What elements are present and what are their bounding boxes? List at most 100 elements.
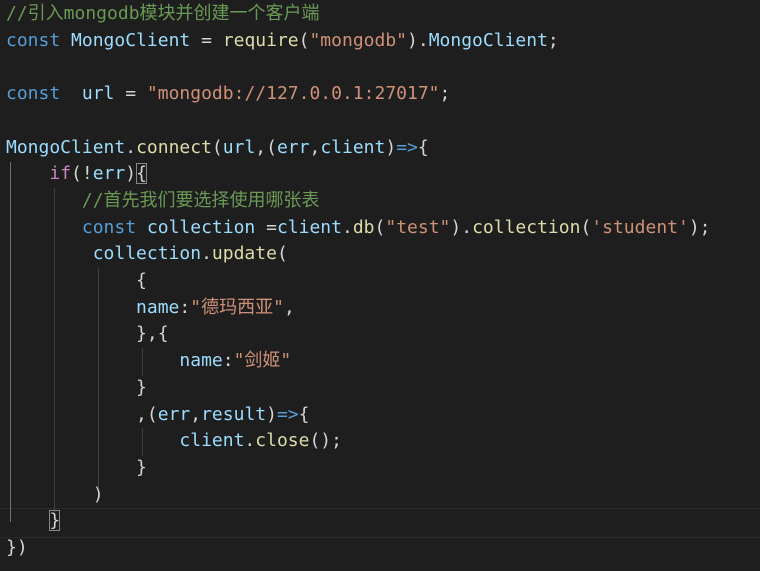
current-line-highlight [0, 508, 760, 538]
code-comment: //引入mongodb模块并创建一个客户端 [6, 3, 320, 24]
code-line[interactable]: name:"剑姬" [6, 348, 291, 374]
code-token: ) [125, 163, 137, 185]
code-line[interactable]: ) [6, 482, 104, 508]
code-token: MongoClient [71, 29, 191, 51]
code-token: } [136, 456, 147, 478]
code-line[interactable]: client.close(); [6, 428, 342, 454]
code-token: const [6, 29, 61, 51]
code-token: ( [276, 243, 288, 265]
code-token: MongoClient [428, 29, 548, 51]
code-token: const [81, 216, 137, 238]
code-line[interactable]: if(!err){ [6, 161, 147, 187]
code-token: name [136, 296, 180, 318]
code-token: => [276, 403, 299, 425]
code-token: url [222, 136, 256, 158]
code-token: connect [136, 136, 212, 158]
code-token: (); [309, 430, 342, 452]
code-token: ). [450, 216, 473, 238]
code-token: result [201, 403, 267, 425]
code-line[interactable]: //引入mongodb模块并创建一个客户端 [6, 1, 320, 27]
code-token: if [49, 163, 72, 185]
code-line[interactable]: } [6, 508, 61, 534]
code-line[interactable]: const url = "mongodb://127.0.0.1:27017"; [6, 81, 450, 107]
code-token: err [276, 136, 310, 158]
code-token: ,( [255, 136, 277, 158]
code-token: = [190, 29, 223, 51]
code-line[interactable]: name:"德玛西亚", [6, 295, 295, 321]
code-token: => [396, 136, 418, 158]
code-line[interactable]: const MongoClient = require("mongodb").M… [6, 28, 559, 54]
code-token: url [81, 83, 115, 105]
code-token: collection [472, 216, 581, 238]
code-token: ; [547, 29, 559, 51]
code-line[interactable]: }) [6, 535, 28, 561]
code-token: ( [298, 29, 310, 51]
code-token: update [211, 243, 277, 265]
code-token: = [255, 216, 277, 238]
code-token: ); [688, 216, 711, 238]
code-token: . [341, 216, 353, 238]
code-line[interactable]: },{ [6, 321, 169, 347]
code-token: require [222, 29, 299, 51]
code-token: ) [385, 136, 397, 158]
code-token: ) [92, 483, 104, 505]
code-token: ,( [136, 403, 158, 425]
code-token: : [179, 296, 191, 318]
code-line[interactable]: } [6, 375, 147, 401]
code-line[interactable]: { [6, 268, 147, 294]
code-line[interactable]: //首先我们要选择使用哪张表 [6, 188, 320, 214]
code-token: , [190, 403, 202, 425]
code-token: { [136, 270, 147, 291]
code-token: db [352, 216, 375, 238]
code-token: "德玛西亚" [190, 296, 284, 318]
code-token: . [244, 430, 256, 452]
code-token: } [136, 376, 147, 398]
code-line[interactable]: } [6, 455, 147, 481]
code-token: { [298, 403, 310, 425]
code-token: collection [146, 216, 256, 238]
code-token: , [309, 136, 321, 158]
code-token: (! [71, 163, 93, 185]
code-token: } [49, 510, 61, 532]
code-token: ( [211, 136, 223, 158]
code-token: . [125, 136, 137, 158]
code-line[interactable]: MongoClient.connect(url,(err,client)=>{ [6, 135, 429, 161]
code-line[interactable]: const collection =client.db("test").coll… [6, 215, 711, 241]
code-token: "mongodb" [309, 29, 408, 51]
code-token: client [320, 136, 386, 158]
code-line[interactable]: ,(err,result)=>{ [6, 402, 310, 428]
code-token: close [255, 430, 310, 452]
code-token: },{ [136, 323, 169, 345]
code-token: = [114, 83, 147, 105]
code-token: "剑姬" [233, 350, 292, 372]
code-token: { [136, 163, 147, 185]
code-token: . [201, 243, 212, 265]
code-token: client [179, 430, 245, 452]
code-line[interactable]: collection.update( [6, 241, 288, 267]
code-token: : [222, 350, 234, 372]
code-token: }) [6, 537, 28, 558]
code-token: , [283, 296, 295, 318]
code-token: 'student' [591, 216, 689, 238]
code-editor[interactable]: //引入mongodb模块并创建一个客户端 const MongoClient =… [0, 0, 760, 571]
code-token: ( [580, 216, 592, 238]
code-token: ) [266, 403, 277, 425]
code-token: "test" [385, 216, 451, 238]
code-token: ). [407, 29, 429, 51]
code-token: { [417, 136, 429, 158]
